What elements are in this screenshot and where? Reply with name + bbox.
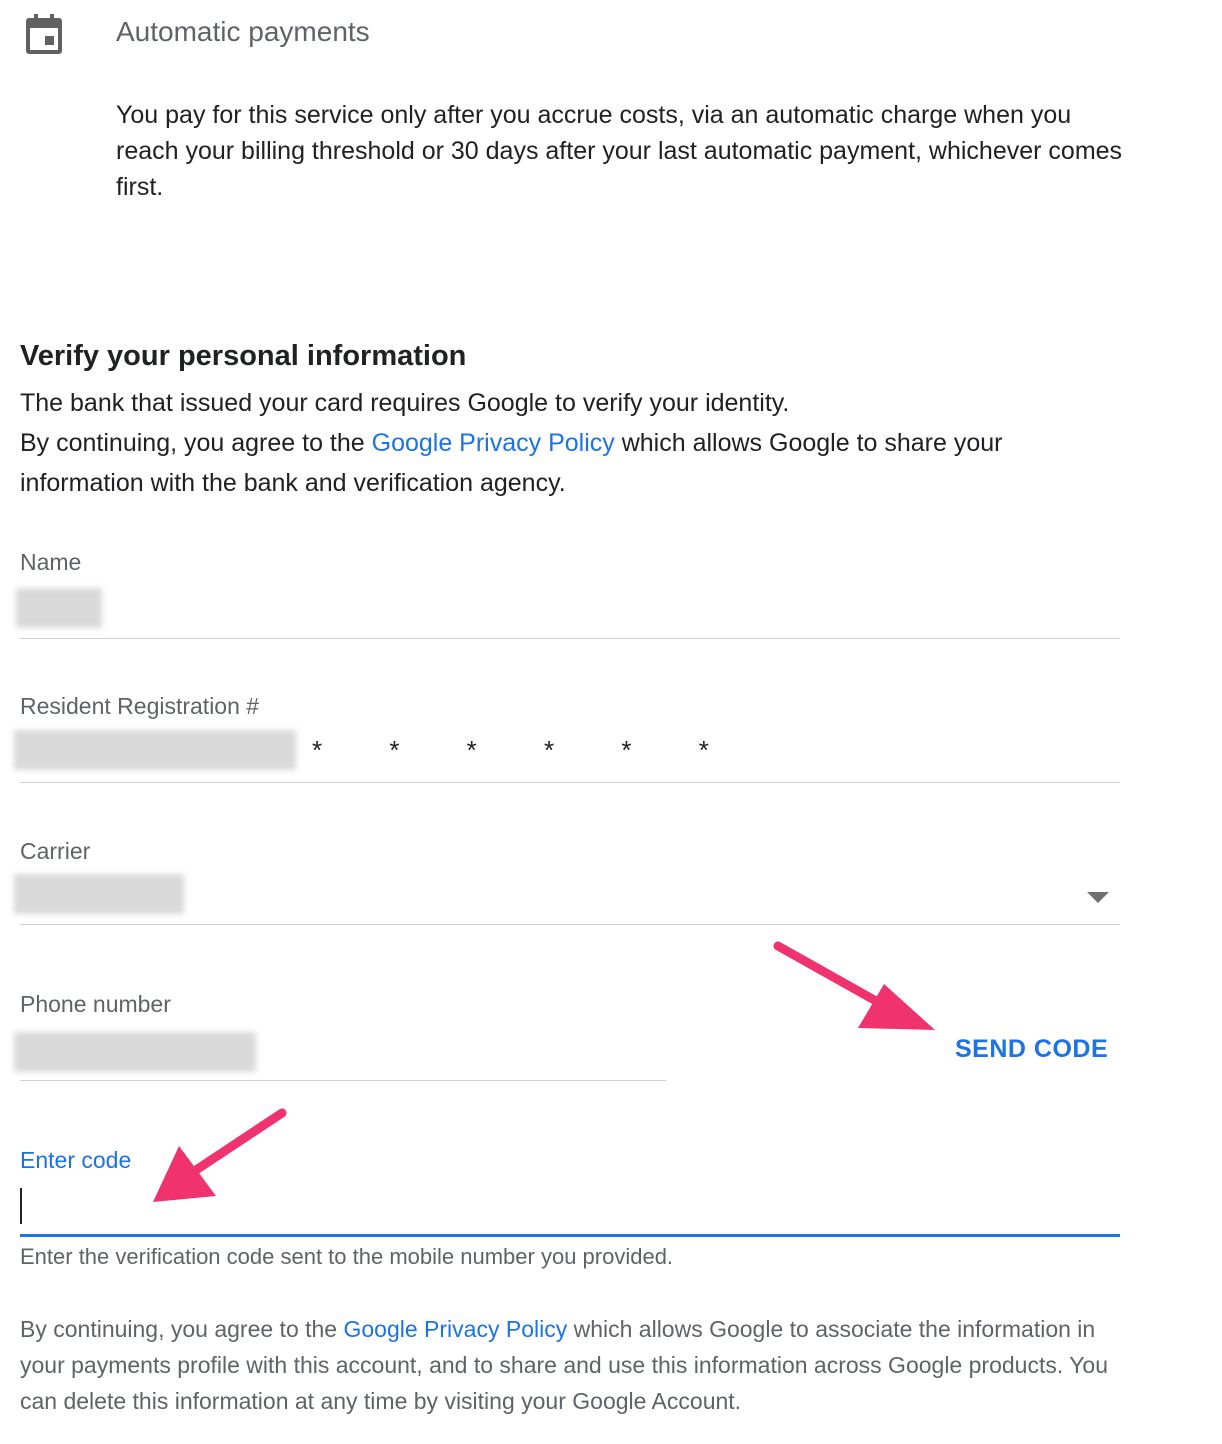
privacy-footer-text: By continuing, you agree to the Google P… (20, 1311, 1120, 1419)
automatic-payments-description: You pay for this service only after you … (116, 101, 1123, 201)
phone-number-underline[interactable] (20, 1080, 666, 1081)
resident-registration-underline[interactable] (20, 782, 1120, 783)
text-caret (20, 1188, 22, 1224)
footer-google-privacy-policy-link[interactable]: Google Privacy Policy (344, 1316, 568, 1342)
verify-section-title: Verify your personal information (20, 340, 467, 372)
enter-code-input[interactable] (20, 1180, 1120, 1232)
resident-registration-mask: * * * * * * (312, 735, 739, 765)
verify-section-text: The bank that issued your card requires … (20, 383, 1120, 503)
enter-code-focus-underline (20, 1234, 1120, 1237)
verify-line-1: The bank that issued your card requires … (20, 389, 790, 417)
carrier-select-underline[interactable] (20, 924, 1120, 925)
name-field-underline[interactable] (20, 638, 1120, 639)
phone-number-label: Phone number (20, 991, 171, 1017)
carrier-value-redacted (14, 874, 184, 914)
enter-code-label: Enter code (20, 1147, 132, 1173)
carrier-label: Carrier (20, 838, 91, 864)
name-value-redacted (16, 588, 102, 628)
resident-registration-label: Resident Registration # (20, 693, 260, 719)
send-code-button[interactable]: SEND CODE (955, 1035, 1108, 1064)
phone-number-value-redacted (14, 1032, 256, 1072)
name-label: Name (20, 549, 82, 575)
carrier-dropdown-arrow-icon[interactable] (1087, 892, 1109, 903)
footer-prefix: By continuing, you agree to the (20, 1316, 344, 1342)
calendar-icon (26, 14, 62, 54)
automatic-payments-title: Automatic payments (116, 16, 370, 47)
enter-code-helper-text: Enter the verification code sent to the … (20, 1244, 674, 1269)
verify-line-2: By continuing, you agree to the Google P… (20, 423, 1120, 503)
resident-registration-value-redacted (14, 730, 296, 770)
verify-line-2-prefix: By continuing, you agree to the (20, 429, 372, 457)
arrow-to-send-code-icon (773, 941, 935, 1030)
google-privacy-policy-link[interactable]: Google Privacy Policy (372, 429, 615, 457)
